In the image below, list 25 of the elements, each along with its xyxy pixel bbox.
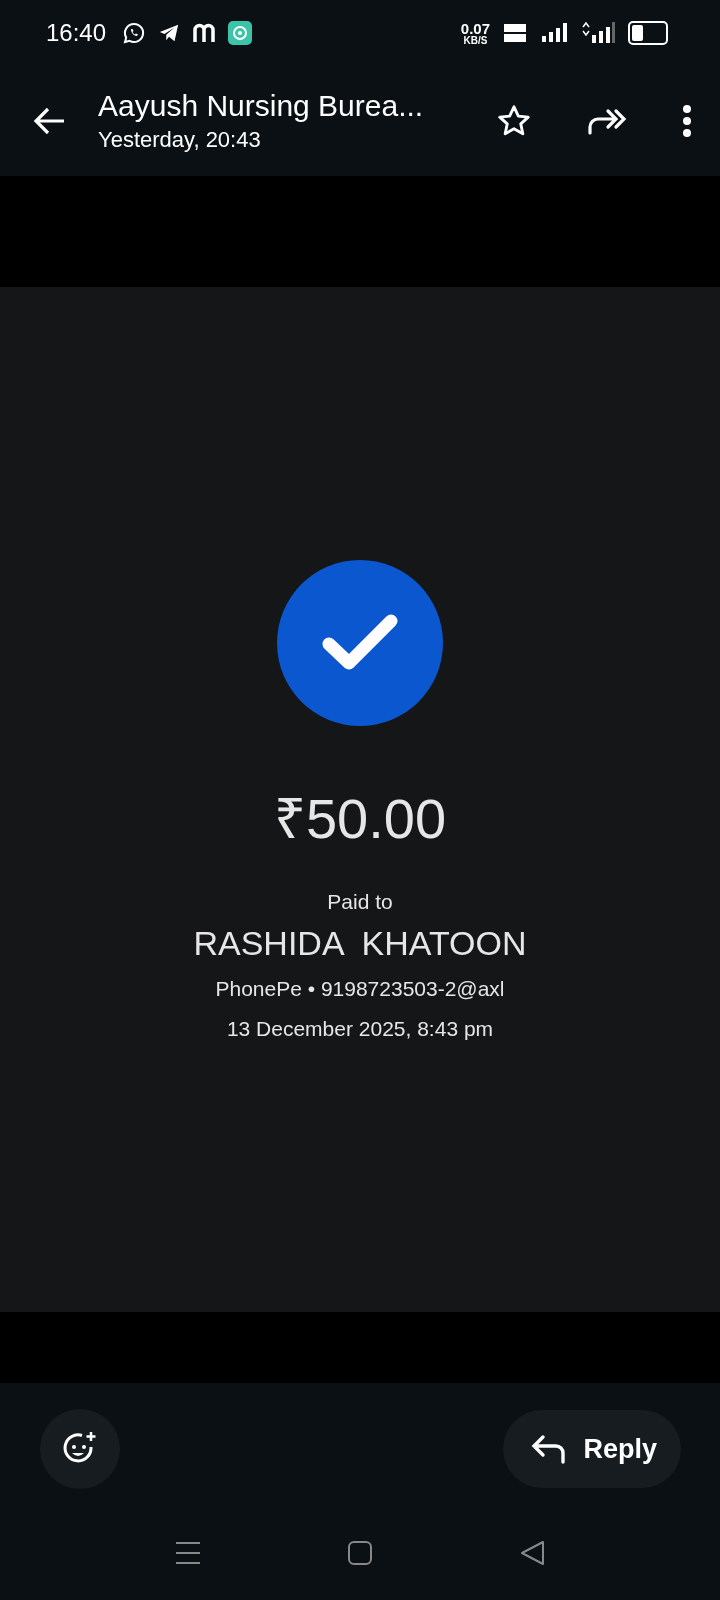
signal-icon [540,22,568,44]
app-icon [228,21,253,45]
forward-all-icon [586,106,628,136]
m-logo-icon [192,22,217,44]
battery-icon [628,21,668,45]
payee-name: RASHIDA KHATOON [193,924,527,963]
paper-plane-icon [158,22,181,44]
network-speed: 0.07 [460,20,490,36]
more-icon [682,104,692,138]
payment-date: 13 December 2025, 8:43 pm [226,1017,494,1041]
chat-bubble-icon [122,21,147,45]
speed-unit: KB/S [463,35,488,46]
back-arrow-icon [32,106,66,136]
reply-button[interactable]: Reply [503,1410,681,1488]
home-icon[interactable] [347,1539,373,1566]
status-time: 16:40 [46,19,107,47]
payment-method: PhonePe • 9198723503-2@axl [215,977,505,1001]
menu-icon[interactable] [175,1540,201,1565]
signal-icon [580,21,616,45]
paid-to-label: Paid to [327,890,393,914]
sender-name: Aayush Nursing Burea... [98,89,425,123]
back-icon[interactable] [519,1539,545,1566]
payment-amount: ₹50.00 [273,786,447,852]
reply-arrow-icon [531,1434,568,1464]
message-time: Yesterday, 20:43 [98,127,262,153]
